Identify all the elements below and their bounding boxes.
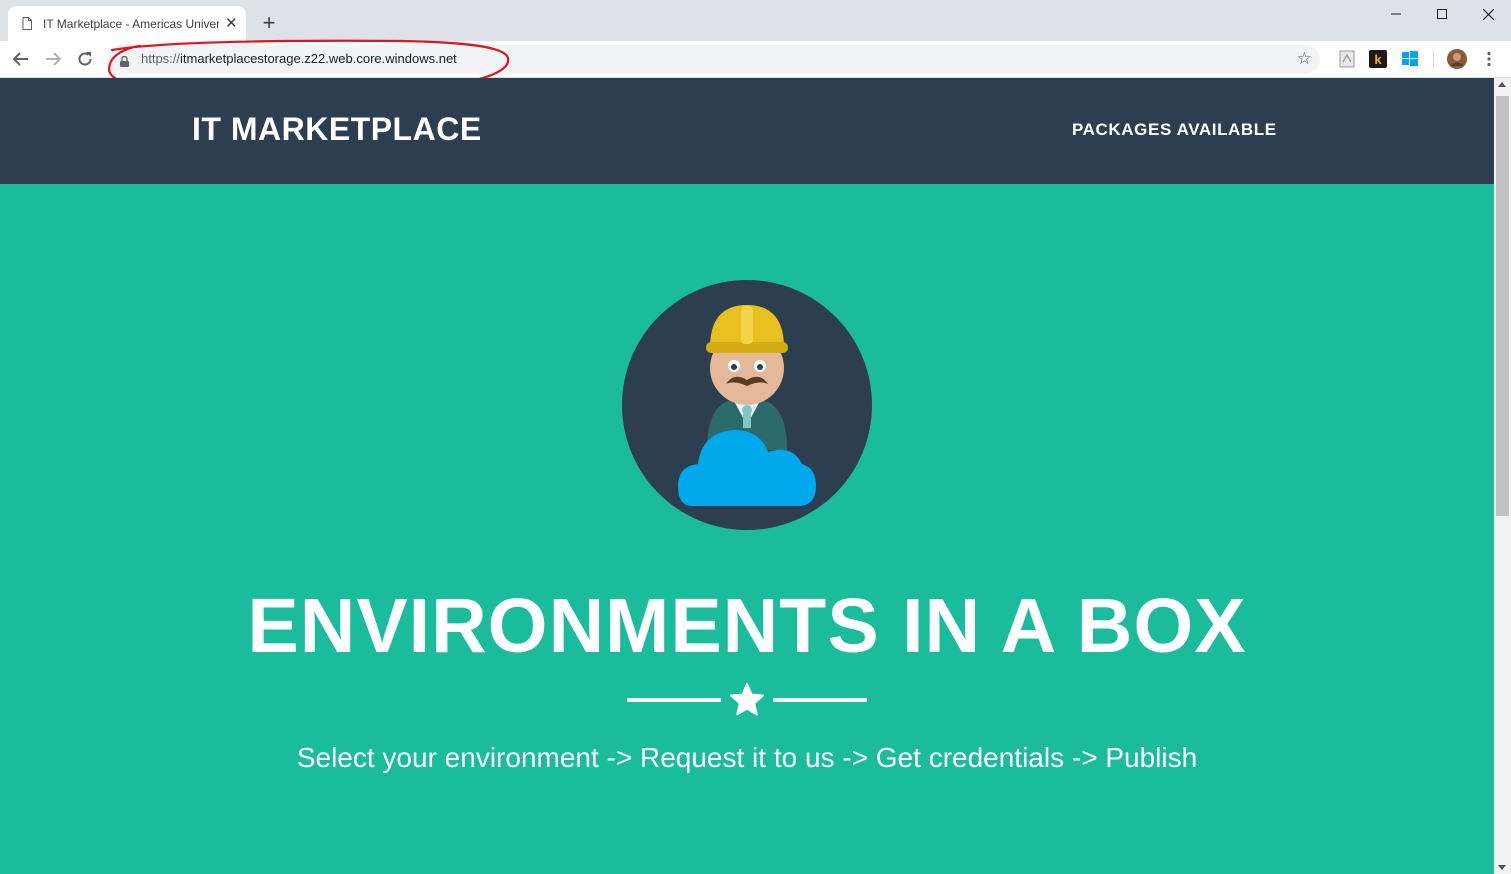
bookmark-star-icon[interactable]: ☆ bbox=[1297, 49, 1312, 69]
minimize-icon bbox=[1391, 13, 1401, 15]
forward-button[interactable] bbox=[43, 49, 63, 69]
scroll-down-icon[interactable] bbox=[1498, 865, 1506, 870]
url-text[interactable]: https://itmarketplacestorage.z22.web.cor… bbox=[141, 51, 457, 66]
browser-toolbar: https://itmarketplacestorage.z22.web.cor… bbox=[0, 41, 1511, 78]
tab-title: IT Marketplace - Americas University bbox=[43, 16, 219, 31]
back-button[interactable] bbox=[11, 49, 31, 69]
browser-tabstrip: IT Marketplace - Americas University ✕ + bbox=[0, 0, 1511, 41]
k-extension-icon[interactable]: k bbox=[1369, 50, 1387, 68]
page-viewport: IT MARKETPLACE PACKAGES AVAILABLE ENVIRO… bbox=[0, 78, 1494, 874]
toolbar-separator bbox=[1433, 50, 1434, 69]
back-arrow-icon bbox=[12, 52, 28, 66]
maximize-icon bbox=[1437, 9, 1447, 19]
page-scrollbar[interactable] bbox=[1494, 78, 1511, 874]
scroll-up-icon[interactable] bbox=[1498, 82, 1506, 87]
close-window-button[interactable] bbox=[1465, 0, 1511, 28]
hero-masthead: ENVIRONMENTS IN A BOX Select your enviro… bbox=[0, 184, 1494, 874]
maximize-button[interactable] bbox=[1419, 0, 1465, 28]
divider-line-left bbox=[627, 698, 721, 702]
page-icon bbox=[22, 17, 32, 30]
browser-menu-icon[interactable] bbox=[1481, 50, 1497, 68]
windows-extension-icon[interactable] bbox=[1401, 50, 1419, 68]
reload-icon bbox=[78, 52, 92, 66]
star-divider bbox=[627, 683, 867, 719]
address-bar[interactable]: https://itmarketplacestorage.z22.web.cor… bbox=[108, 45, 1320, 74]
tab-close-icon[interactable]: ✕ bbox=[225, 16, 238, 31]
minimize-button[interactable] bbox=[1373, 0, 1419, 28]
forward-arrow-icon bbox=[46, 52, 62, 66]
lock-icon bbox=[120, 54, 129, 67]
url-scheme: https:// bbox=[141, 51, 181, 66]
close-icon bbox=[1482, 8, 1494, 20]
site-navbar: IT MARKETPLACE PACKAGES AVAILABLE bbox=[0, 78, 1494, 184]
hero-headline: ENVIRONMENTS IN A BOX bbox=[247, 583, 1247, 669]
reload-button[interactable] bbox=[75, 49, 95, 69]
profile-avatar[interactable] bbox=[1447, 49, 1467, 69]
hero-tagline: Select your environment -> Request it to… bbox=[296, 742, 1198, 773]
url-domain: itmarketplacestorage.z22.web.core.window… bbox=[180, 51, 457, 66]
nav-link-packages[interactable]: PACKAGES AVAILABLE bbox=[1072, 120, 1277, 140]
pdf-extension-icon[interactable] bbox=[1338, 50, 1356, 68]
browser-tab[interactable]: IT Marketplace - Americas University ✕ bbox=[8, 6, 246, 41]
site-brand[interactable]: IT MARKETPLACE bbox=[192, 111, 482, 148]
construction-worker-cloud-icon bbox=[622, 280, 872, 530]
star-icon bbox=[730, 683, 764, 716]
new-tab-button[interactable]: + bbox=[258, 12, 280, 34]
svg-text:k: k bbox=[1374, 52, 1382, 67]
scrollbar-thumb[interactable] bbox=[1496, 96, 1509, 516]
divider-line-right bbox=[773, 698, 867, 702]
